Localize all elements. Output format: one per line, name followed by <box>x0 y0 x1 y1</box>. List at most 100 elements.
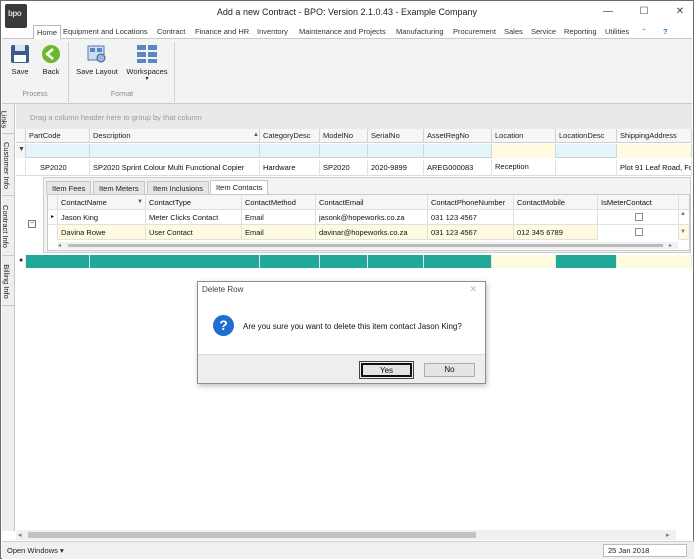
back-button[interactable]: Back <box>38 44 64 76</box>
side-tab-customer-info[interactable]: Customer Info <box>2 134 15 196</box>
column-header-description[interactable]: Description <box>90 129 260 143</box>
cell-contactphonenumber[interactable]: 031 123 4567 <box>428 225 514 240</box>
cell-ismetercontact[interactable] <box>598 225 679 240</box>
filter-cell[interactable] <box>90 144 260 158</box>
new-row-cell[interactable] <box>320 255 368 268</box>
tab-item-inclusions[interactable]: Item Inclusions <box>147 181 210 194</box>
column-header-partcode[interactable]: PartCode <box>26 129 90 143</box>
cell-assetregno[interactable]: AREG000083 <box>424 160 492 176</box>
save-layout-button[interactable]: Save Layout <box>74 44 120 76</box>
cell-description[interactable]: SP2020 Sprint Colour Multi Functional Co… <box>90 160 260 176</box>
cell-location[interactable]: Reception <box>492 160 556 176</box>
column-header-contactmethod[interactable]: ContactMethod <box>242 195 316 210</box>
scroll-up-icon[interactable]: ▲ <box>680 211 686 217</box>
tab-reporting[interactable]: Reporting <box>564 25 597 38</box>
cell-ismetercontact[interactable] <box>598 210 679 225</box>
scroll-down-icon[interactable]: ▼ <box>680 229 686 235</box>
new-row-cell[interactable] <box>556 255 617 268</box>
cell-partcode[interactable]: SP2020 <box>26 160 90 176</box>
open-windows-menu[interactable]: Open Windows ▾ <box>7 546 64 555</box>
group-by-panel[interactable]: Drag a column header here to group by th… <box>16 104 692 129</box>
filter-cell[interactable] <box>26 144 90 158</box>
new-row-cell[interactable] <box>424 255 492 268</box>
column-header-assetregno[interactable]: AssetRegNo <box>424 129 492 143</box>
cell-contactmobile[interactable] <box>514 210 598 225</box>
column-header-contactmobile[interactable]: ContactMobile <box>514 195 598 210</box>
yes-button[interactable]: Yes <box>359 361 414 379</box>
scroll-left-icon[interactable]: ◂ <box>18 531 22 539</box>
cell-contacttype[interactable]: Meter Clicks Contact <box>146 210 242 225</box>
tab-utilities[interactable]: Utilities <box>605 25 629 38</box>
ismetercontact-checkbox[interactable] <box>635 228 643 236</box>
cell-contacttype[interactable]: User Contact <box>146 225 242 240</box>
minimize-button[interactable]: — <box>601 6 615 18</box>
tab-inventory[interactable]: Inventory <box>257 25 288 38</box>
column-header-contacttype[interactable]: ContactType <box>146 195 242 210</box>
tab-equipment-and-locations[interactable]: Equipment and Locations <box>63 25 148 38</box>
cell-shippingaddress[interactable]: Plot 91 Leaf Road, Fo <box>617 160 692 176</box>
filter-cell[interactable] <box>320 144 368 158</box>
new-item-row[interactable]: ● <box>16 254 692 268</box>
tab-maintenance-and-projects[interactable]: Maintenance and Projects <box>299 25 386 38</box>
save-button[interactable]: Save <box>6 44 34 76</box>
filter-cell[interactable] <box>424 144 492 158</box>
scrollbar-thumb[interactable] <box>28 532 476 538</box>
tab-sales[interactable]: Sales <box>504 25 523 38</box>
tab-manufacturing[interactable]: Manufacturing <box>396 25 444 38</box>
cell-contactname[interactable]: Jason King <box>58 210 146 225</box>
cell-modelno[interactable]: SP2020 <box>320 160 368 176</box>
new-row-cell[interactable] <box>260 255 320 268</box>
detail-horizontal-scrollbar[interactable]: ◂ ▸ <box>58 242 678 249</box>
column-header-contactemail[interactable]: ContactEmail <box>316 195 428 210</box>
cell-contactmethod[interactable]: Email <box>242 225 316 240</box>
side-tab-links[interactable]: Links <box>0 104 15 134</box>
filter-cell[interactable] <box>260 144 320 158</box>
side-tab-billing-info[interactable]: Billing Info <box>2 256 15 306</box>
cell-contactmethod[interactable]: Email <box>242 210 316 225</box>
cell-contactmobile[interactable]: 012 345 6789 <box>514 225 598 240</box>
cell-locationdesc[interactable] <box>556 160 617 176</box>
table-row[interactable]: Davina Rowe User Contact Email davinar@h… <box>48 225 689 240</box>
filter-cell[interactable] <box>368 144 424 158</box>
column-header-serialno[interactable]: SerialNo <box>368 129 424 143</box>
tab-finance-and-hr[interactable]: Finance and HR <box>195 25 249 38</box>
scroll-right-icon[interactable]: ▸ <box>666 531 670 539</box>
date-field[interactable]: 25 Jan 2018 <box>603 544 687 557</box>
chevron-up-icon[interactable]: ⌃ <box>641 25 647 38</box>
collapse-icon[interactable]: − <box>28 220 36 228</box>
column-header-ismetercontact[interactable]: IsMeterContact <box>598 195 679 210</box>
column-header-locationdesc[interactable]: LocationDesc <box>556 129 617 143</box>
main-horizontal-scrollbar[interactable]: ◂ ▸ <box>16 530 676 540</box>
column-header-categorydesc[interactable]: CategoryDesc <box>260 129 320 143</box>
help-icon[interactable]: ? <box>663 25 668 38</box>
filter-cell[interactable] <box>492 144 556 158</box>
cell-contactphonenumber[interactable]: 031 123 4567 <box>428 210 514 225</box>
column-header-contactphonenumber[interactable]: ContactPhoneNumber <box>428 195 514 210</box>
tab-home[interactable]: Home <box>33 25 62 39</box>
table-row[interactable]: ▸ Jason King Meter Clicks Contact Email … <box>48 210 689 225</box>
cell-contactemail[interactable]: davinar@hopeworks.co.za <box>316 225 428 240</box>
tab-contract[interactable]: Contract <box>157 25 185 38</box>
new-row-cell[interactable] <box>368 255 424 268</box>
workspaces-button[interactable]: Workspaces ▾ <box>124 44 170 82</box>
filter-cell[interactable] <box>617 144 692 158</box>
column-header-modelno[interactable]: ModelNo <box>320 129 368 143</box>
tab-item-meters[interactable]: Item Meters <box>93 181 145 194</box>
tab-procurement[interactable]: Procurement <box>453 25 496 38</box>
tab-item-contacts[interactable]: Item Contacts <box>210 180 269 194</box>
dialog-close-icon[interactable]: ✕ <box>469 284 477 295</box>
new-row-cell[interactable] <box>26 255 90 268</box>
ismetercontact-checkbox[interactable] <box>635 213 643 221</box>
cell-contactname[interactable]: Davina Rowe <box>58 225 146 240</box>
tab-service[interactable]: Service <box>531 25 556 38</box>
scroll-right-icon[interactable]: ▸ <box>669 242 672 249</box>
scrollbar-thumb[interactable] <box>68 244 663 247</box>
new-row-cell[interactable] <box>90 255 260 268</box>
cell-contactemail[interactable]: jasonk@hopeworks.co.za <box>316 210 428 225</box>
scroll-left-icon[interactable]: ◂ <box>58 242 61 249</box>
new-row-cell[interactable] <box>617 255 692 268</box>
column-header-location[interactable]: Location <box>492 129 556 143</box>
table-row[interactable]: SP2020 − SP2020 Sprint Colour Multi Func… <box>16 160 692 228</box>
column-header-contactname[interactable]: ContactName <box>58 195 146 210</box>
maximize-button[interactable]: ☐ <box>637 6 651 18</box>
